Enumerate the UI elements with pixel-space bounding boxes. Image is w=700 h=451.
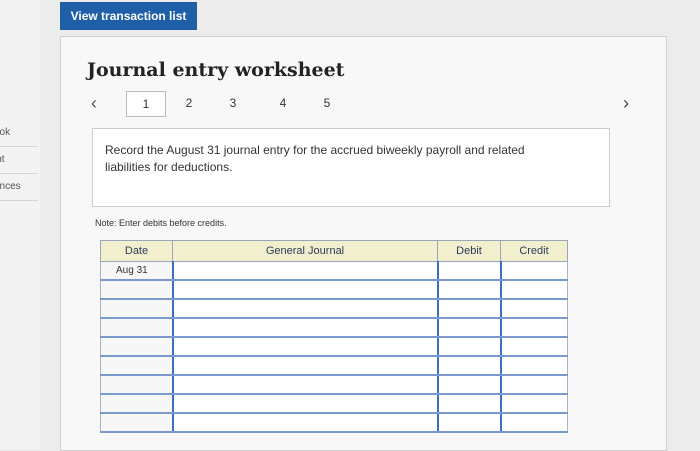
date-cell[interactable] — [100, 279, 173, 300]
tab-4[interactable]: 4 — [264, 91, 302, 115]
left-sidebar: ook int ences — [0, 0, 40, 449]
credit-cell[interactable] — [499, 374, 568, 395]
worksheet-title: Journal entry worksheet — [87, 59, 345, 81]
credit-cell[interactable] — [499, 261, 568, 281]
instruction-text: Record the August 31 journal entry for t… — [105, 143, 525, 174]
date-cell[interactable] — [100, 374, 173, 395]
account-cell[interactable] — [171, 279, 438, 300]
tab-3[interactable]: 3 — [214, 91, 252, 115]
account-cell[interactable] — [171, 298, 438, 319]
view-transaction-list-button[interactable]: View transaction list — [60, 2, 197, 30]
instruction-box: Record the August 31 journal entry for t… — [92, 128, 610, 207]
sidebar-item-references[interactable]: ences — [0, 174, 38, 201]
debit-cell[interactable] — [436, 412, 501, 433]
debit-cell[interactable] — [436, 317, 501, 338]
date-cell[interactable] — [100, 412, 173, 433]
debit-cell[interactable] — [436, 298, 501, 319]
credit-cell[interactable] — [499, 298, 568, 319]
debit-cell[interactable] — [436, 374, 501, 395]
credit-cell[interactable] — [499, 393, 568, 414]
date-cell[interactable] — [100, 317, 173, 338]
date-cell[interactable] — [100, 298, 173, 319]
chevron-right-icon[interactable]: › — [623, 93, 629, 114]
table-row — [100, 298, 568, 319]
table-row — [100, 355, 568, 376]
date-cell[interactable] — [100, 336, 173, 357]
debit-cell[interactable] — [436, 261, 501, 281]
table-row — [100, 317, 568, 338]
column-header-date: Date — [100, 240, 173, 262]
date-cell[interactable] — [100, 393, 173, 414]
chevron-left-icon[interactable]: ‹ — [91, 93, 97, 114]
tab-1[interactable]: 1 — [126, 91, 166, 117]
journal-table: Date General Journal Debit Credit Aug 31 — [100, 240, 568, 433]
tab-5[interactable]: 5 — [308, 91, 346, 115]
table-row — [100, 393, 568, 414]
table-row — [100, 336, 568, 357]
account-cell[interactable] — [171, 261, 438, 281]
journal-entry-worksheet: Journal entry worksheet ‹ 1 2 3 4 5 › Re… — [60, 36, 667, 451]
table-row: Aug 31 — [100, 261, 568, 281]
sidebar-item-ebook[interactable]: ook — [0, 120, 38, 147]
debit-cell[interactable] — [436, 279, 501, 300]
note-text: Note: Enter debits before credits. — [95, 218, 227, 228]
table-row — [100, 374, 568, 395]
account-cell[interactable] — [171, 355, 438, 376]
column-header-general-journal: General Journal — [172, 240, 438, 262]
credit-cell[interactable] — [499, 336, 568, 357]
table-row — [100, 412, 568, 433]
debit-cell[interactable] — [436, 355, 501, 376]
credit-cell[interactable] — [499, 317, 568, 338]
tab-2[interactable]: 2 — [170, 91, 208, 115]
account-cell[interactable] — [171, 317, 438, 338]
credit-cell[interactable] — [499, 412, 568, 433]
account-cell[interactable] — [171, 336, 438, 357]
account-cell[interactable] — [171, 374, 438, 395]
date-cell[interactable] — [100, 355, 173, 376]
account-cell[interactable] — [171, 412, 438, 433]
sidebar-item-print[interactable]: int — [0, 147, 38, 174]
column-header-debit: Debit — [437, 240, 501, 262]
debit-cell[interactable] — [436, 393, 501, 414]
column-header-credit: Credit — [500, 240, 568, 262]
credit-cell[interactable] — [499, 355, 568, 376]
account-cell[interactable] — [171, 393, 438, 414]
credit-cell[interactable] — [499, 279, 568, 300]
debit-cell[interactable] — [436, 336, 501, 357]
table-row — [100, 279, 568, 300]
date-cell[interactable]: Aug 31 — [100, 261, 173, 281]
